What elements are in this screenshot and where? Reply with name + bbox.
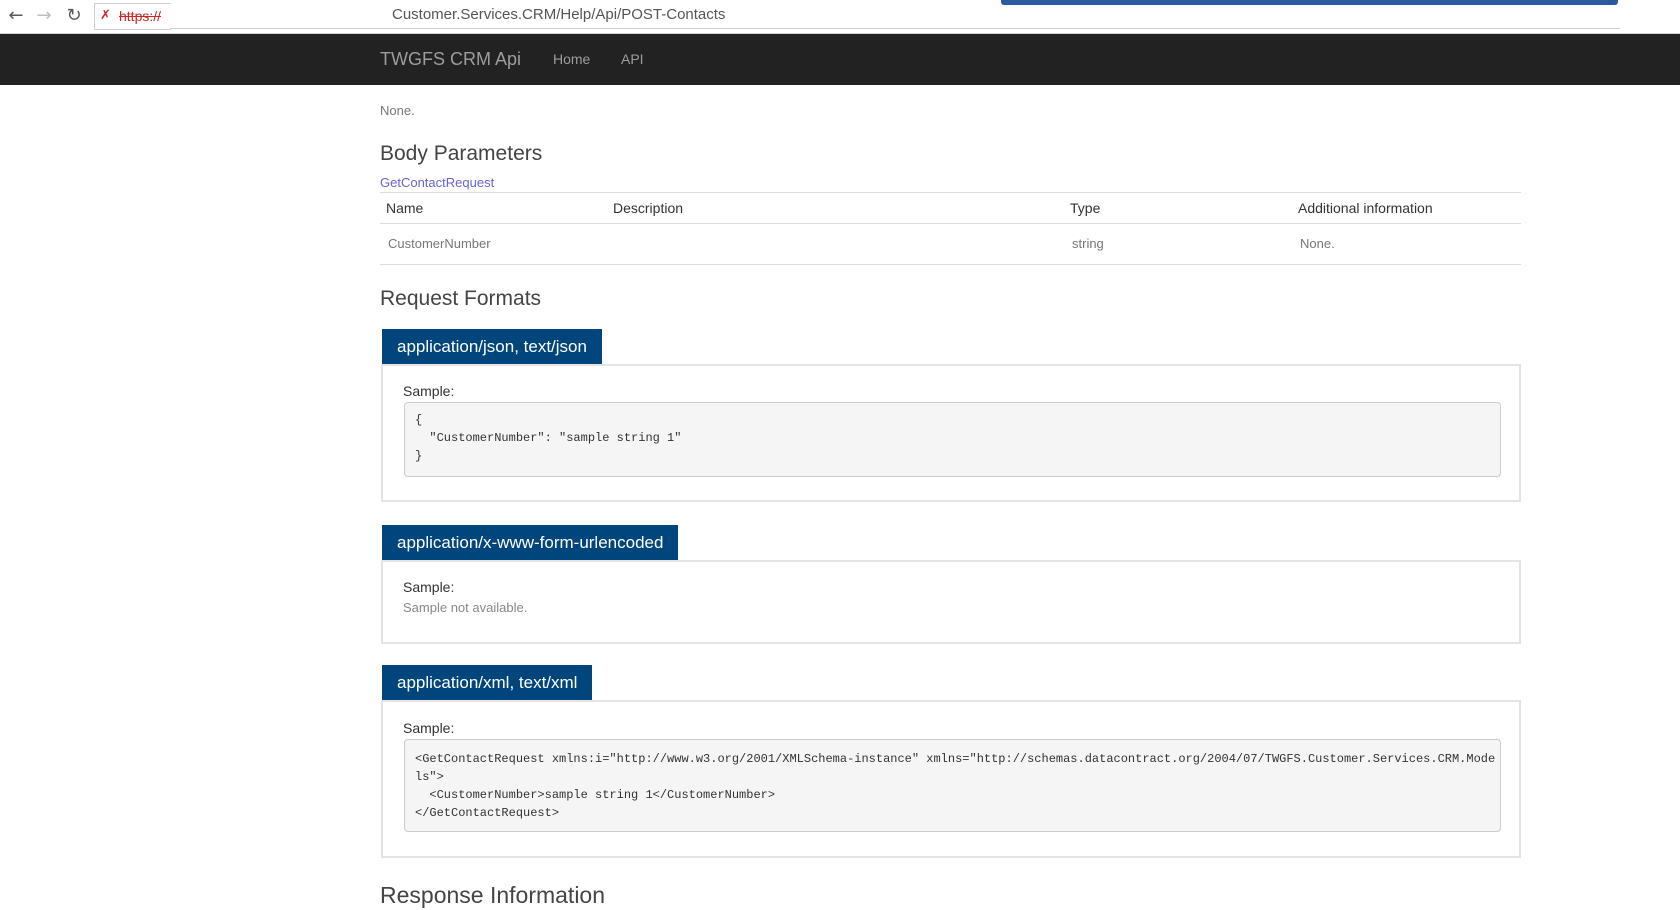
- column-header-additional: Additional information: [1298, 200, 1433, 216]
- uri-parameters-value: None.: [380, 103, 415, 118]
- column-header-name: Name: [386, 200, 424, 216]
- table-header-row: Name Description Type Additional informa…: [380, 192, 1521, 223]
- sample-label: Sample:: [403, 720, 455, 736]
- sample-label: Sample:: [403, 383, 455, 399]
- reload-icon[interactable]: ↻: [62, 4, 86, 28]
- navbar-brand[interactable]: TWGFS CRM Api: [380, 49, 521, 70]
- site-navbar: TWGFS CRM Api Home API: [0, 34, 1680, 85]
- column-header-type: Type: [1070, 200, 1101, 216]
- column-header-description: Description: [613, 200, 684, 216]
- type-link-getcontactrequest[interactable]: GetContactRequest: [380, 175, 494, 190]
- table-bottom-border: [380, 264, 1521, 265]
- url-text[interactable]: Customer.Services.CRM/Help/Api/POST-Cont…: [392, 6, 725, 23]
- tab-strip-highlight: [1001, 0, 1618, 5]
- xml-sample-code: <GetContactRequest xmlns:i="http://www.w…: [404, 739, 1501, 832]
- address-bar[interactable]: ✗ https://: [94, 3, 171, 30]
- format-panel-json: Sample: { "CustomerNumber": "sample stri…: [381, 364, 1521, 502]
- nav-link-api[interactable]: API: [621, 51, 644, 67]
- format-panel-form-urlencoded: Sample: Sample not available.: [381, 560, 1521, 644]
- format-tab-xml[interactable]: application/xml, text/xml: [382, 665, 593, 700]
- request-formats-heading: Request Formats: [380, 287, 542, 310]
- forward-arrow-icon[interactable]: →: [32, 4, 56, 28]
- insecure-lock-icon[interactable]: ✗: [100, 8, 111, 23]
- body-parameters-heading: Body Parameters: [380, 142, 543, 165]
- format-tab-form-urlencoded[interactable]: application/x-www-form-urlencoded: [382, 525, 679, 560]
- sample-not-available: Sample not available.: [403, 600, 528, 615]
- address-bar-underline: [170, 28, 1620, 29]
- url-scheme: https://: [119, 8, 162, 24]
- response-information-heading: Response Information: [380, 882, 606, 908]
- nav-link-home[interactable]: Home: [553, 51, 590, 67]
- format-panel-xml: Sample: <GetContactRequest xmlns:i="http…: [381, 700, 1521, 858]
- format-tab-json[interactable]: application/json, text/json: [382, 329, 602, 364]
- json-sample-code: { "CustomerNumber": "sample string 1" }: [404, 402, 1501, 477]
- param-additional: None.: [1300, 236, 1335, 251]
- param-name: CustomerNumber: [388, 236, 491, 251]
- browser-toolbar: ← → ↻ ✗ https:// Customer.Services.CRM/H…: [0, 0, 1680, 34]
- table-row: CustomerNumber string None.: [380, 223, 1521, 264]
- sample-label: Sample:: [403, 579, 455, 595]
- param-type: string: [1072, 236, 1104, 251]
- back-arrow-icon[interactable]: ←: [4, 4, 28, 28]
